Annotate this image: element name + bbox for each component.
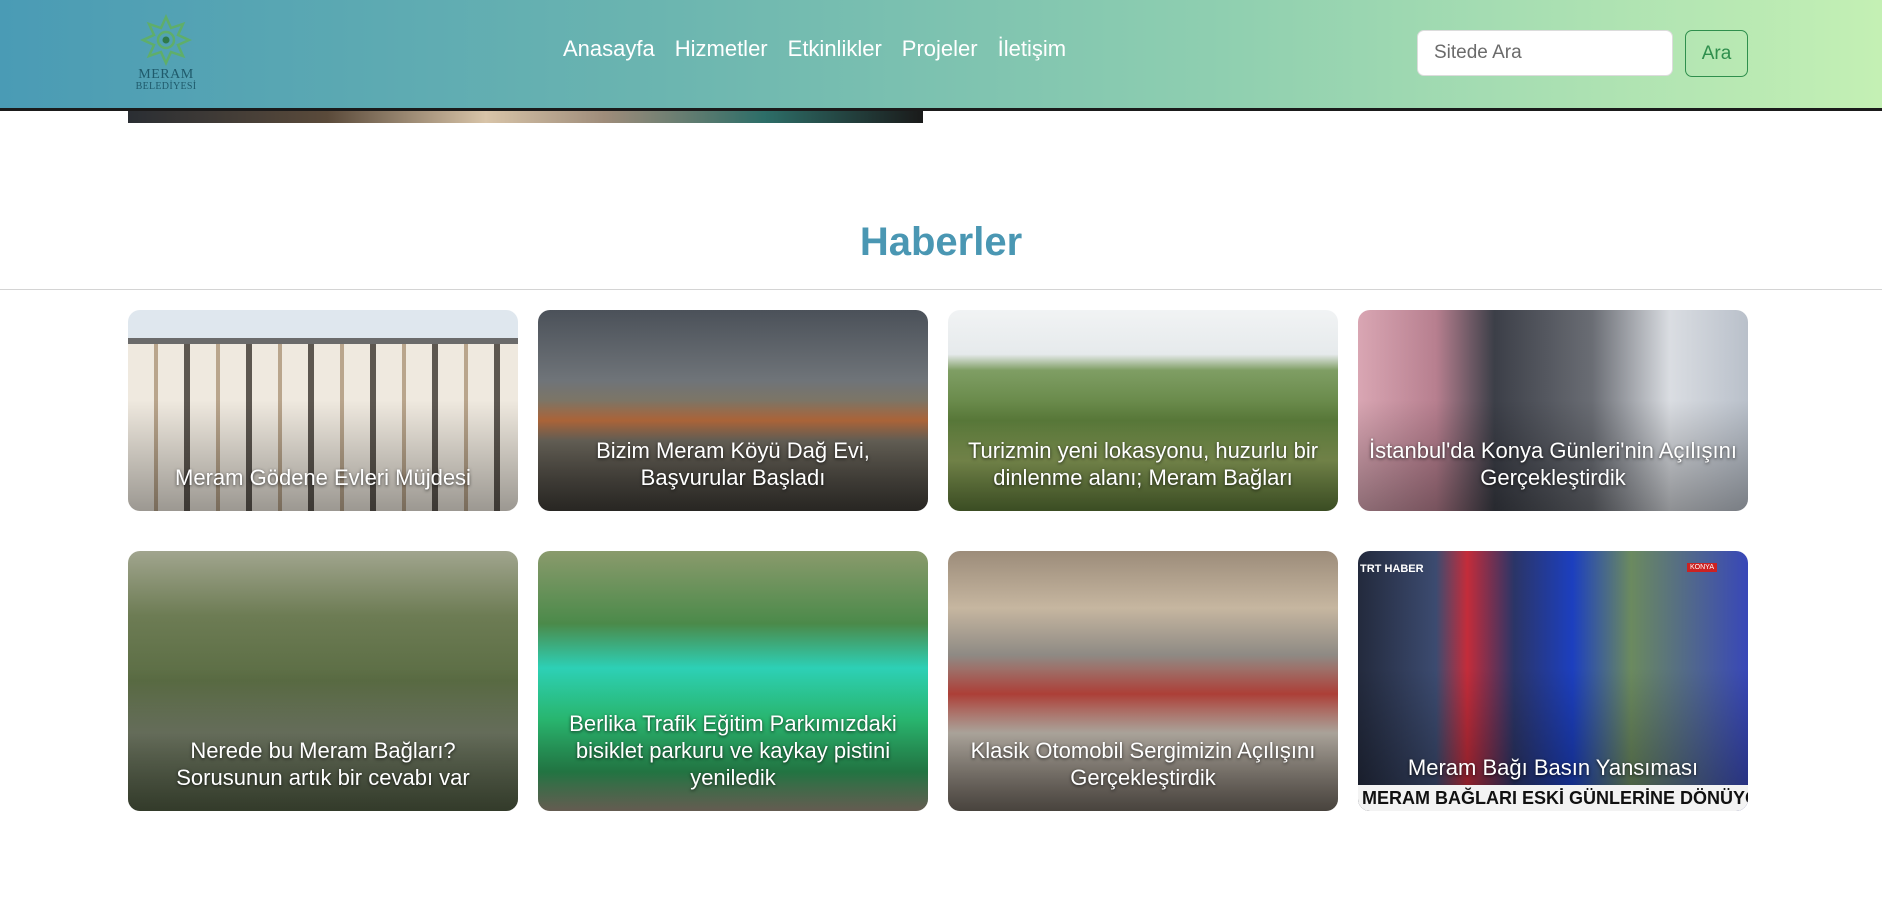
search-button[interactable]: Ara (1685, 30, 1748, 77)
news-card-title: Turizmin yeni lokasyonu, huzurlu bir din… (967, 438, 1319, 490)
news-card[interactable]: TRT HABER KONYA Meram Bağı Basın Yansıma… (1358, 551, 1748, 811)
top-navbar: MERAM BELEDİYESİ Anasayfa Hizmetler Etki… (0, 0, 1882, 111)
nav-link-hizmetler[interactable]: Hizmetler (675, 36, 768, 62)
news-card-title: İstanbul'da Konya Günleri'nin Açılışını … (1369, 438, 1737, 490)
nav-link-projeler[interactable]: Projeler (902, 36, 978, 62)
news-card-title: Bizim Meram Köyü Dağ Evi, Başvurular Baş… (596, 438, 870, 490)
section-divider (0, 289, 1882, 290)
news-card[interactable]: Turizmin yeni lokasyonu, huzurlu bir din… (948, 310, 1338, 511)
meram-logo[interactable]: MERAM BELEDİYESİ (128, 14, 204, 94)
news-card-title: Klasik Otomobil Sergimizin Açılışını Ger… (970, 738, 1316, 790)
news-card[interactable]: Meram Gödene Evleri Müjdesi (128, 310, 518, 511)
search-input[interactable] (1417, 30, 1673, 76)
card-overlay (128, 400, 518, 511)
news-card-title: Meram Gödene Evleri Müjdesi (175, 465, 471, 490)
tv-news-ticker: MERAM BAĞLARI ESKİ GÜNLERİNE DÖNÜYOR (1358, 785, 1748, 811)
tv-ticker-text: MERAM BAĞLARI ESKİ GÜNLERİNE DÖNÜYOR (1362, 788, 1748, 808)
news-card-title: Nerede bu Meram Bağları? Sorusunun artık… (176, 738, 470, 790)
news-section-title: Haberler (859, 220, 1023, 264)
tv-location-tag: KONYA (1687, 563, 1717, 572)
news-card-title: Berlika Trafik Eğitim Parkımızdaki bisik… (569, 711, 897, 790)
news-card[interactable]: İstanbul'da Konya Günleri'nin Açılışını … (1358, 310, 1748, 511)
news-card[interactable]: Nerede bu Meram Bağları? Sorusunun artık… (128, 551, 518, 811)
nav-link-iletisim[interactable]: İletişim (998, 36, 1066, 62)
main-nav: Anasayfa Hizmetler Etkinlikler Projeler … (563, 36, 1066, 62)
nav-link-anasayfa[interactable]: Anasayfa (563, 36, 655, 62)
logo-wordmark: MERAM (138, 67, 194, 82)
nav-link-etkinlikler[interactable]: Etkinlikler (788, 36, 882, 62)
news-card[interactable]: Klasik Otomobil Sergimizin Açılışını Ger… (948, 551, 1338, 811)
news-card[interactable]: Bizim Meram Köyü Dağ Evi, Başvurular Baş… (538, 310, 928, 511)
logo-subtitle: BELEDİYESİ (135, 81, 197, 92)
news-card[interactable]: Berlika Trafik Eğitim Parkımızdaki bisik… (538, 551, 928, 811)
tv-channel-label: TRT HABER (1360, 563, 1424, 575)
news-card-title: Meram Bağı Basın Yansıması (1407, 755, 1699, 780)
logo-emblem-icon (140, 14, 192, 66)
